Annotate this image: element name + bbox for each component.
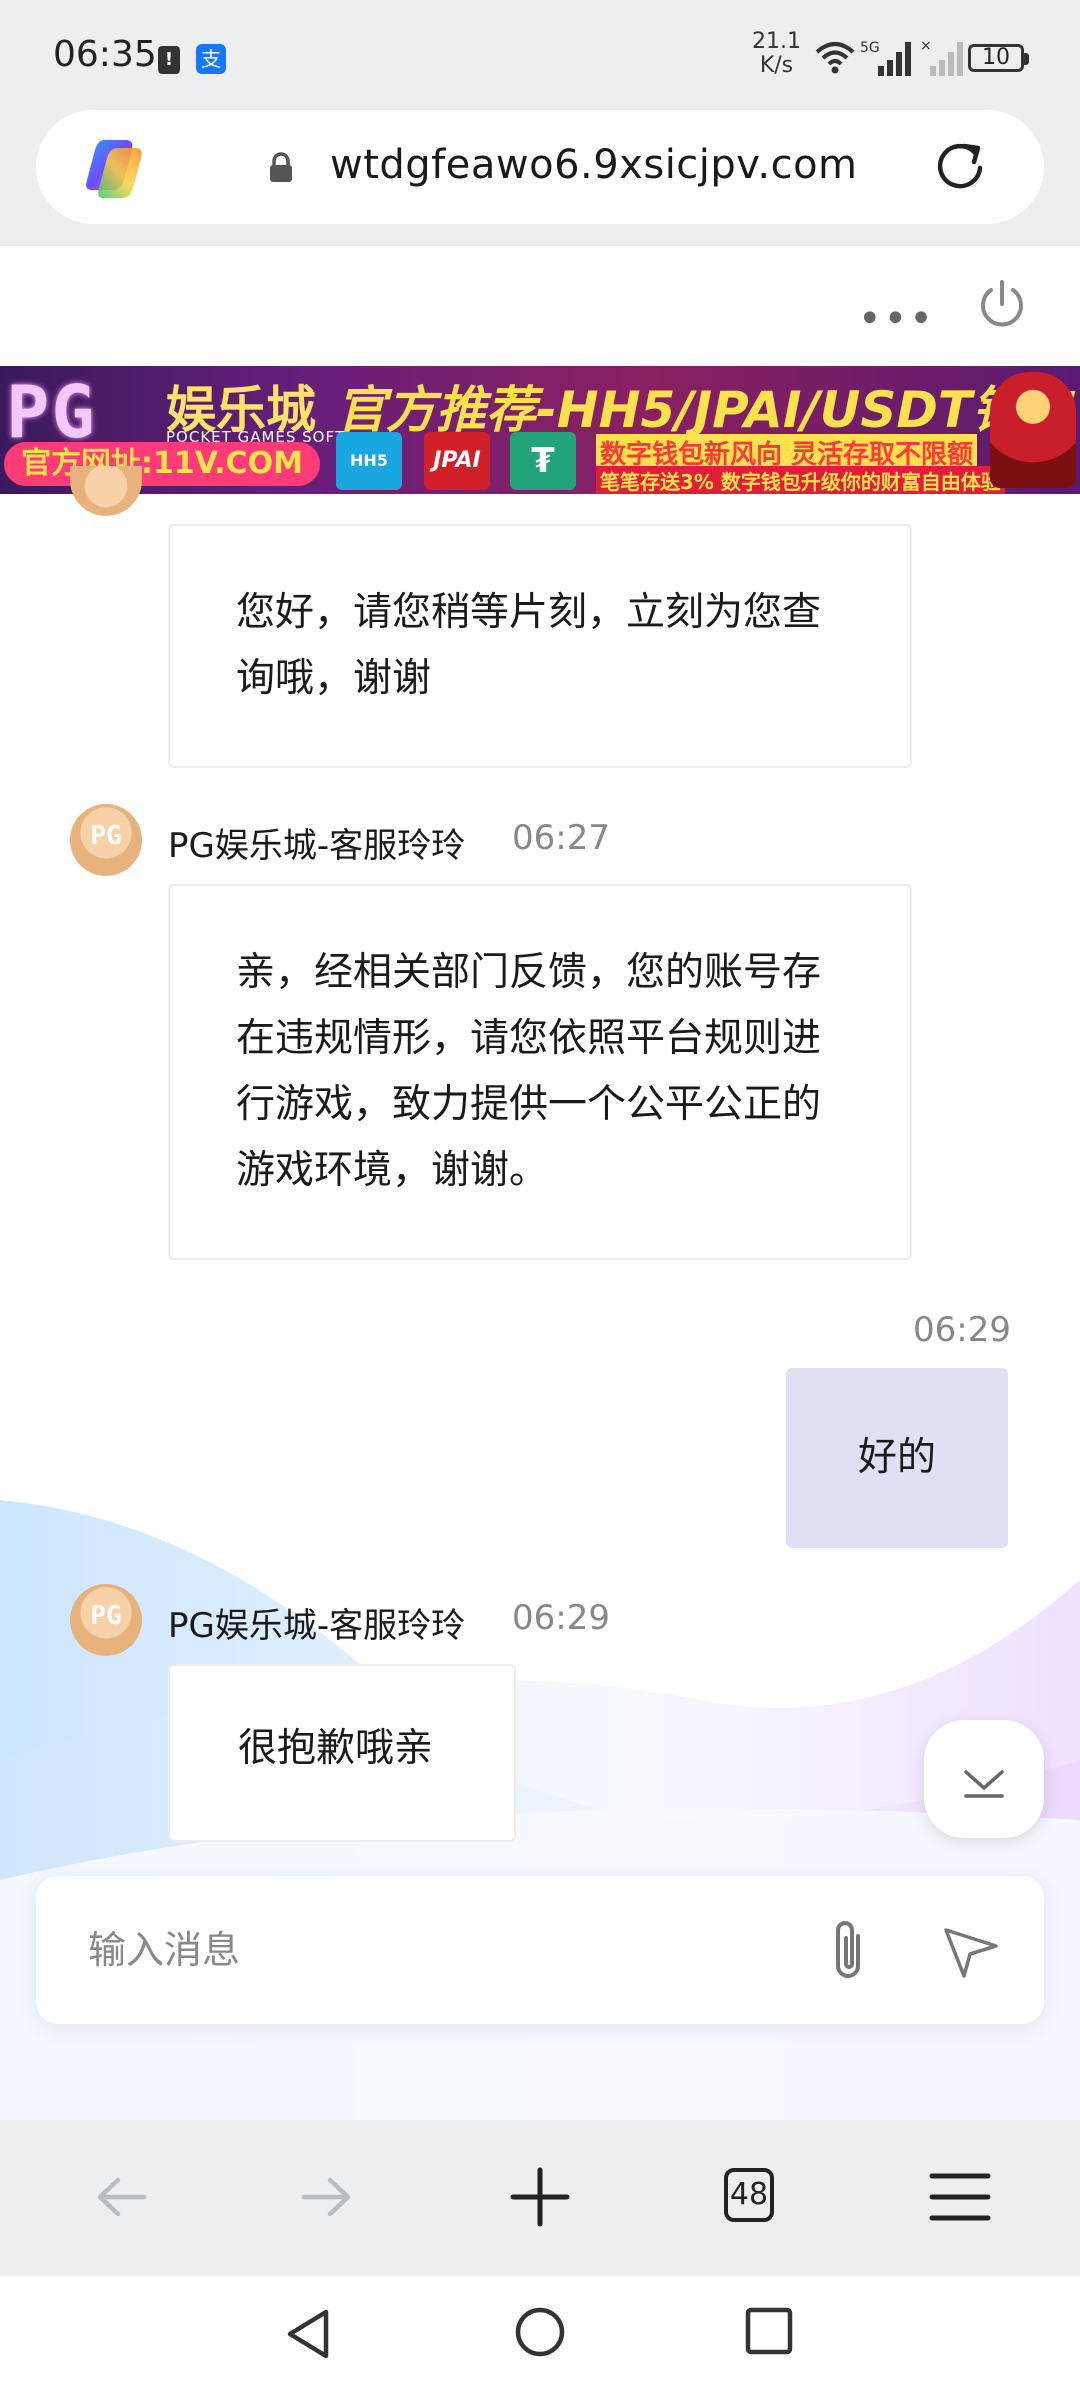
- battery-icon: 10: [968, 44, 1024, 72]
- message-time: 06:29: [512, 1598, 610, 1638]
- banner-jpai-icon: JPAI: [424, 432, 490, 490]
- message-time: 06:29: [913, 1310, 1011, 1350]
- banner-usdt-icon: ₮: [510, 432, 576, 490]
- nav-home-icon[interactable]: [512, 2304, 568, 2360]
- lock-icon: [270, 152, 292, 182]
- agent-avatar: PG: [70, 1584, 142, 1656]
- status-time: 06:35: [53, 34, 157, 75]
- scroll-to-bottom-button[interactable]: [924, 1720, 1044, 1838]
- message-time: 06:27: [512, 818, 610, 858]
- sender-name: PG娱乐城-客服玲玲: [168, 1606, 466, 1646]
- power-icon[interactable]: [976, 278, 1028, 330]
- back-icon[interactable]: [92, 2162, 152, 2232]
- banner-url: 官方网址:11V.COM: [4, 442, 320, 486]
- network-speed: 21.1 K/s: [752, 30, 801, 78]
- signal-label: 5G: [860, 40, 880, 56]
- tabs-icon[interactable]: 48: [724, 2168, 774, 2222]
- message-input[interactable]: [86, 1916, 790, 1984]
- agent-avatar: PG: [70, 804, 142, 876]
- outgoing-message-bubble: 好的: [786, 1368, 1008, 1548]
- signal-icon-secondary: ×: [920, 38, 963, 76]
- reload-icon[interactable]: [932, 138, 988, 194]
- banner-hh5-icon: HH5: [336, 432, 402, 490]
- incoming-message-bubble: 您好，请您稍等片刻，立刻为您查询哦，谢谢: [168, 524, 912, 768]
- nav-back-icon[interactable]: [282, 2306, 334, 2362]
- new-tab-icon[interactable]: [508, 2162, 572, 2232]
- attach-icon[interactable]: [822, 1916, 878, 1986]
- wifi-icon: [815, 42, 855, 74]
- ad-banner[interactable]: PG 娱乐城 POCKET GAMES SOFT 官方推荐-HH5/JPAI/U…: [0, 366, 1080, 494]
- network-speed-unit: K/s: [759, 53, 794, 78]
- more-icon[interactable]: •••: [858, 296, 935, 342]
- banner-promo-line-2: 笔笔存送3% 数字钱包升级你的财富自由体验: [596, 466, 1005, 494]
- network-speed-value: 21.1: [752, 29, 801, 54]
- chevron-down-icon: [964, 1770, 1004, 1798]
- notification-icon: !: [158, 46, 180, 74]
- menu-icon[interactable]: [928, 2162, 992, 2232]
- url-text[interactable]: wtdgfeawo6.9xsicjpv.com: [330, 142, 858, 188]
- nav-recents-icon[interactable]: [744, 2306, 796, 2358]
- copilot-icon[interactable]: [84, 134, 152, 202]
- incoming-message-bubble: 亲，经相关部门反馈，您的账号存在违规情形，请您依照平台规则进行游戏，致力提供一个…: [168, 884, 912, 1260]
- svg-text:×: ×: [920, 38, 932, 54]
- sender-name: PG娱乐城-客服玲玲: [168, 826, 466, 866]
- banner-mascot-image: [990, 372, 1076, 488]
- forward-icon[interactable]: [296, 2162, 356, 2232]
- incoming-message-bubble: 很抱歉哦亲: [168, 1664, 516, 1842]
- battery-tip: [1024, 53, 1029, 65]
- signal-icon: 5G: [860, 40, 911, 76]
- send-icon[interactable]: [940, 1916, 1004, 1980]
- alipay-icon: 支: [196, 44, 226, 74]
